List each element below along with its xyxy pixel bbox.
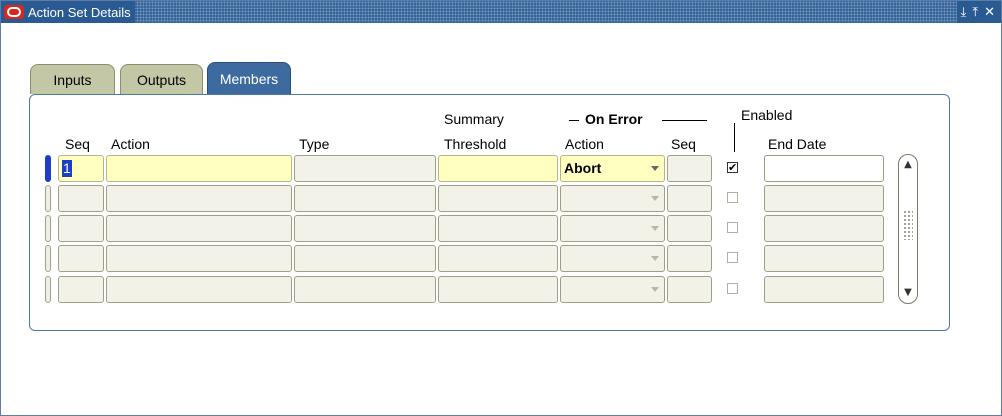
on-error-seq-field[interactable] — [667, 185, 712, 212]
end-date-field[interactable] — [764, 245, 884, 272]
title-bar[interactable]: Action Set Details ⤓ ⤒ ✕ — [1, 1, 1001, 23]
enabled-checkbox[interactable] — [727, 222, 738, 233]
end-date-field[interactable] — [764, 276, 884, 303]
seq-field[interactable] — [58, 245, 104, 272]
end-date-field[interactable] — [764, 155, 884, 182]
chevron-down-icon[interactable] — [651, 287, 659, 292]
on-error-seq-field[interactable] — [667, 245, 712, 272]
chevron-down-icon[interactable] — [651, 256, 659, 261]
tab-outputs[interactable]: Outputs — [120, 64, 203, 94]
type-field[interactable] — [294, 185, 436, 212]
scroll-down-icon[interactable]: ▼ — [900, 285, 916, 301]
enabled-checkbox[interactable] — [727, 252, 738, 263]
on-error-seq-field[interactable] — [667, 276, 712, 303]
seq-field[interactable] — [58, 215, 104, 242]
minimize-icon[interactable]: ⤓ — [961, 6, 967, 19]
header-action: Action — [111, 136, 150, 152]
seq-field[interactable] — [58, 276, 104, 303]
on-error-action-value: Abort — [564, 160, 602, 176]
check-icon: ✔ — [728, 161, 738, 174]
action-set-details-window: Action Set Details ⤓ ⤒ ✕ Inputs Outputs … — [0, 0, 1002, 416]
on-error-action-select[interactable]: Abort — [560, 155, 665, 182]
enabled-checkbox[interactable] — [727, 192, 738, 203]
close-icon[interactable]: ✕ — [984, 6, 995, 19]
seq-value: 1 — [62, 160, 72, 177]
row-indicator[interactable] — [45, 276, 51, 303]
chevron-down-icon[interactable] — [651, 226, 659, 231]
on-error-seq-field[interactable] — [667, 215, 712, 242]
threshold-field[interactable] — [438, 215, 558, 242]
scroll-up-icon[interactable]: ▲ — [900, 157, 916, 173]
window-title: Action Set Details — [28, 4, 131, 20]
seq-field[interactable]: 1 — [58, 155, 104, 182]
action-field[interactable] — [106, 245, 292, 272]
tab-inputs[interactable]: Inputs — [30, 64, 115, 94]
end-date-field[interactable] — [764, 215, 884, 242]
header-type: Type — [299, 136, 330, 152]
header-end-date: End Date — [768, 136, 827, 152]
on-error-action-select[interactable] — [560, 276, 665, 303]
threshold-field[interactable] — [438, 245, 558, 272]
oracle-logo-icon — [4, 5, 24, 19]
on-error-rule-left — [569, 120, 579, 121]
header-threshold: Threshold — [444, 136, 507, 152]
row-indicator[interactable] — [45, 185, 51, 212]
type-field[interactable] — [294, 245, 436, 272]
threshold-field[interactable] — [438, 276, 558, 303]
on-error-action-select[interactable] — [560, 215, 665, 242]
type-field[interactable] — [294, 215, 436, 242]
chevron-down-icon[interactable] — [651, 166, 659, 171]
tab-members[interactable]: Members — [207, 62, 291, 94]
header-on-error-seq: Seq — [671, 136, 696, 152]
threshold-field[interactable] — [438, 185, 558, 212]
type-field[interactable] — [294, 155, 436, 182]
vertical-scrollbar[interactable]: ▲ ▼ — [898, 154, 918, 304]
action-field[interactable] — [106, 215, 292, 242]
action-field[interactable] — [106, 185, 292, 212]
maximize-icon[interactable]: ⤒ — [972, 6, 978, 19]
on-error-action-select[interactable] — [560, 185, 665, 212]
header-summary: Summary — [444, 111, 504, 127]
window-controls: ⤓ ⤒ ✕ — [956, 1, 1001, 23]
type-field[interactable] — [294, 276, 436, 303]
enabled-checkbox[interactable]: ✔ — [727, 162, 738, 173]
action-field[interactable] — [106, 155, 292, 182]
chevron-down-icon[interactable] — [651, 196, 659, 201]
title-area: Action Set Details — [1, 1, 135, 23]
enabled-rule — [734, 123, 735, 152]
row-indicator[interactable] — [45, 155, 51, 182]
action-field[interactable] — [106, 276, 292, 303]
row-indicator[interactable] — [45, 215, 51, 242]
header-seq: Seq — [65, 136, 90, 152]
scroll-grip[interactable] — [903, 210, 913, 240]
enabled-checkbox[interactable] — [727, 283, 738, 294]
on-error-action-select[interactable] — [560, 245, 665, 272]
row-indicator[interactable] — [45, 245, 51, 272]
threshold-field[interactable] — [438, 155, 558, 182]
header-on-error: On Error — [585, 111, 643, 127]
header-enabled: Enabled — [741, 107, 793, 123]
on-error-seq-field[interactable] — [667, 155, 712, 182]
seq-field[interactable] — [58, 185, 104, 212]
end-date-field[interactable] — [764, 185, 884, 212]
header-on-error-action: Action — [565, 136, 604, 152]
on-error-rule-right — [662, 120, 707, 121]
